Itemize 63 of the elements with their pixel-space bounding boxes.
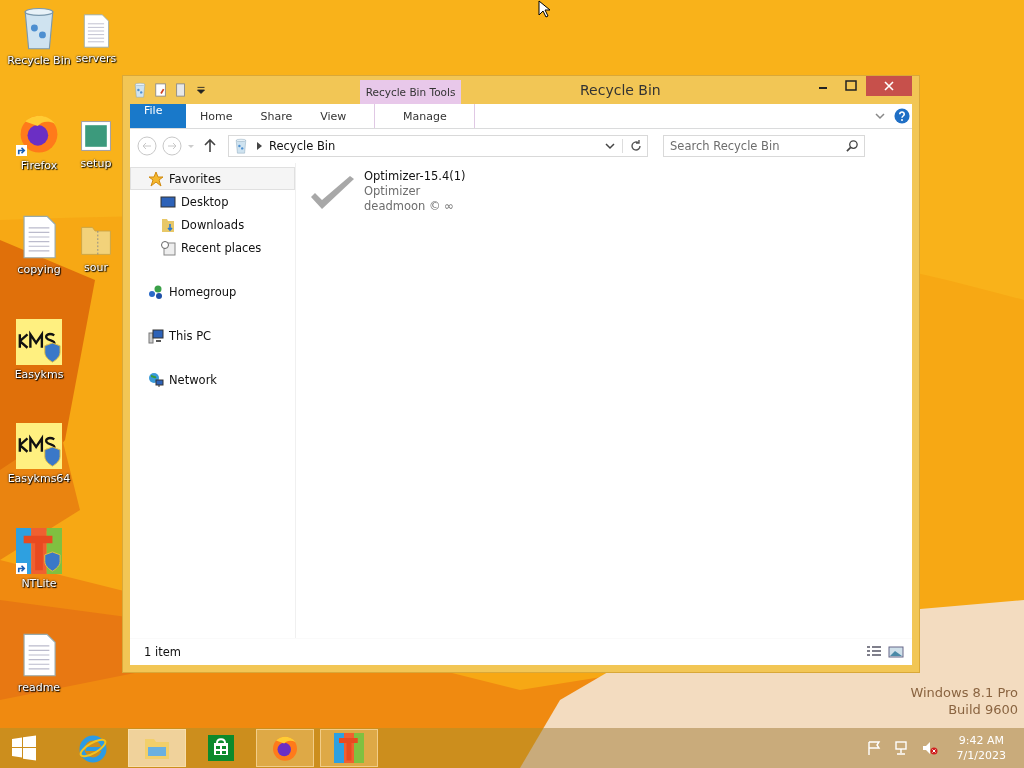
search-field[interactable]: Search Recycle Bin (663, 135, 865, 157)
expand-ribbon-icon[interactable] (874, 110, 886, 122)
status-text: 1 item (144, 645, 181, 659)
file-name: Optimizer-15.4(1) (364, 169, 466, 183)
file-author: deadmoon © ∞ (364, 199, 455, 213)
recycle-bin-icon (132, 82, 148, 98)
speaker-muted-icon[interactable] (921, 740, 938, 756)
nav-item[interactable]: Favorites (130, 167, 295, 190)
nav-item[interactable]: Network (130, 368, 295, 391)
icon-label: Easykms64 (7, 472, 71, 485)
icon-label: Easykms (14, 367, 64, 381)
refresh-icon[interactable] (622, 139, 643, 153)
nav-item[interactable]: Desktop (130, 190, 295, 213)
ntlite-icon (16, 527, 62, 574)
address-path[interactable]: Recycle Bin (269, 139, 336, 153)
mouse-cursor-icon (538, 0, 550, 18)
file-item[interactable]: Optimizer-15.4(1) Optimizer deadmoon © ∞ (308, 169, 478, 215)
close-button[interactable] (866, 76, 912, 96)
build-text: Build 9600 (948, 702, 1018, 717)
kms-shield-icon (16, 423, 62, 469)
window-title: Recycle Bin (580, 82, 661, 98)
chevron-icon (255, 141, 263, 151)
taskbar-button[interactable] (320, 729, 378, 767)
kms-shield-icon (16, 318, 62, 365)
store-icon (206, 733, 236, 763)
icon-label: Recycle Bin (7, 54, 71, 67)
contextual-tab-header: Recycle Bin Tools (360, 80, 461, 104)
icon-label: Firefox (20, 158, 58, 172)
internet-explorer-icon (78, 733, 108, 763)
search-icon (846, 139, 859, 152)
recycle-bin-icon (233, 138, 249, 154)
ribbon-tab[interactable]: Manage (374, 104, 476, 128)
edition-text: Windows 8.1 Pro (910, 685, 1018, 700)
ribbon-tab[interactable]: File (130, 104, 186, 128)
icon-label: setup (80, 156, 112, 170)
star-icon (148, 170, 164, 187)
computer-icon (148, 327, 164, 344)
icon-label: copying (17, 263, 61, 276)
icon-label: NTLite (21, 576, 57, 590)
nav-item[interactable]: Recent places (130, 236, 295, 259)
details-view-icon[interactable] (866, 645, 882, 659)
start-button[interactable] (10, 734, 38, 762)
recent-places-icon (160, 239, 176, 256)
nav-item[interactable]: Downloads (130, 213, 295, 236)
icon-label: sour (84, 261, 108, 274)
network-icon[interactable] (893, 740, 910, 756)
flag-icon[interactable] (865, 740, 882, 756)
monitor-icon (160, 193, 176, 210)
taskbar-button[interactable] (256, 729, 314, 767)
download-folder-icon (160, 216, 176, 233)
dropdown-caret-icon[interactable] (604, 140, 616, 152)
ntlite-icon (334, 733, 364, 763)
help-icon[interactable] (894, 108, 910, 124)
nav-item[interactable]: This PC (130, 324, 295, 347)
properties-icon[interactable] (154, 82, 168, 98)
icon-label: servers (75, 52, 117, 65)
file-type: Optimizer (364, 184, 422, 198)
nav-item[interactable]: Homegroup (130, 280, 295, 303)
homegroup-icon (148, 283, 164, 300)
icon-label: readme (17, 681, 61, 694)
network-icon (148, 371, 164, 388)
large-icons-view-icon[interactable] (888, 645, 904, 659)
address-bar[interactable]: Recycle Bin (228, 135, 648, 157)
